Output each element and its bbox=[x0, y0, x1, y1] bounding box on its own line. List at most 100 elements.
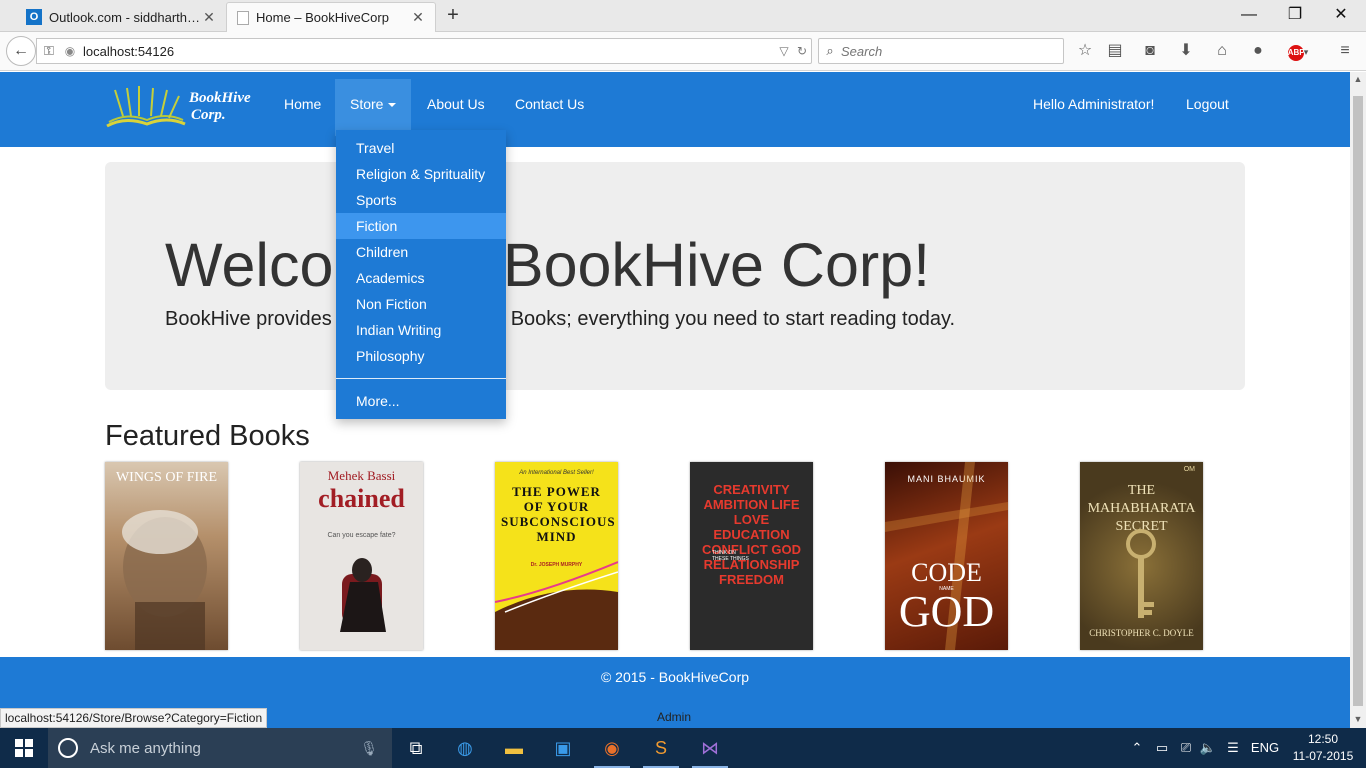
welcome-tagline: BookHive provides you with millions of B… bbox=[165, 308, 956, 330]
clock-date: 11-07-2015 bbox=[1292, 749, 1354, 763]
windows-logo-icon bbox=[15, 739, 33, 757]
book-cover-power-of-subconscious-mind[interactable]: An International Best Seller! THE POWER … bbox=[495, 462, 618, 650]
dropdown-item-travel[interactable]: Travel bbox=[336, 135, 506, 161]
cortana-icon bbox=[58, 738, 78, 758]
home-icon[interactable]: ⌂ bbox=[1210, 40, 1234, 62]
restore-button[interactable]: ❐ bbox=[1272, 0, 1318, 32]
dropdown-item-non-fiction[interactable]: Non Fiction bbox=[336, 291, 506, 317]
dropdown-arrow-icon[interactable]: ▽ bbox=[775, 44, 793, 58]
book-author: CHRISTOPHER C. DOYLE bbox=[1089, 628, 1194, 638]
book-cover-wings-of-fire[interactable]: WINGS OF FIRE bbox=[105, 462, 228, 650]
sublime-text-icon[interactable]: S bbox=[637, 728, 685, 768]
nav-store-label: Store bbox=[350, 96, 384, 112]
outlook-icon: O bbox=[26, 9, 42, 25]
scroll-down-icon[interactable]: ▼ bbox=[1350, 714, 1366, 724]
tab-outlook[interactable]: O Outlook.com - siddharth.s... ✕ bbox=[16, 2, 226, 32]
action-center-icon[interactable]: ☰ bbox=[1222, 728, 1244, 768]
microphone-icon[interactable]: 🎙 bbox=[360, 740, 378, 757]
dropdown-item-philosophy[interactable]: Philosophy bbox=[336, 343, 506, 369]
book-cover-think-on-these-things[interactable]: CREATIVITY AMBITION LIFE LOVE EDUCATION … bbox=[690, 462, 813, 650]
tray-expand-icon[interactable]: ⌃ bbox=[1128, 728, 1146, 768]
nav-about[interactable]: About Us bbox=[412, 72, 500, 137]
minimize-button[interactable]: — bbox=[1226, 0, 1272, 32]
reading-list-icon[interactable]: ▤ bbox=[1103, 40, 1127, 62]
windows-taskbar: Ask me anything 🎙 ⧉ ◍ ▬ ▣ ◉ S ⋈ ⌃ ▭ ⎚ 🔈 … bbox=[0, 728, 1366, 768]
task-view-icon[interactable]: ⧉ bbox=[392, 728, 440, 768]
swirl-illustration bbox=[495, 561, 618, 650]
logo-line-2: Corp. bbox=[191, 107, 226, 123]
cortana-search-box[interactable]: Ask me anything 🎙 bbox=[48, 728, 392, 768]
network-icon[interactable]: ⎚ bbox=[1176, 728, 1196, 768]
close-tab-icon[interactable]: ✕ bbox=[411, 9, 425, 26]
footer-admin-link[interactable]: Admin bbox=[657, 710, 691, 724]
book-cover-mahabharata-secret[interactable]: OM THE MAHABHARATA SECRET CHRISTOPHER C.… bbox=[1080, 462, 1203, 650]
book-cover-code-name-god[interactable]: MANI BHAUMIK CODE NAME GOD bbox=[885, 462, 1008, 650]
dropdown-item-children[interactable]: Children bbox=[336, 239, 506, 265]
close-window-button[interactable]: ✕ bbox=[1318, 0, 1364, 32]
scrollbar-thumb[interactable] bbox=[1353, 96, 1363, 706]
back-button[interactable]: ← bbox=[6, 36, 36, 66]
reload-icon[interactable]: ↻ bbox=[793, 44, 811, 58]
search-icon: ⌕ bbox=[826, 43, 834, 58]
key-illustration bbox=[1126, 529, 1156, 618]
bookmark-star-icon[interactable]: ☆ bbox=[1073, 40, 1097, 62]
language-indicator[interactable]: ENG bbox=[1248, 728, 1282, 768]
book-subtitle: THINK ON THESE THINGS bbox=[712, 550, 749, 562]
dropdown-item-academics[interactable]: Academics bbox=[336, 265, 506, 291]
browser-status-url: localhost:54126/Store/Browse?Category=Fi… bbox=[0, 708, 268, 728]
chat-icon[interactable]: ● bbox=[1246, 40, 1270, 62]
dropdown-divider bbox=[336, 378, 506, 379]
adblock-icon[interactable]: ABP▾ bbox=[1282, 40, 1314, 62]
pocket-icon[interactable]: ◙ bbox=[1138, 40, 1162, 62]
nav-store[interactable]: Store bbox=[335, 79, 412, 136]
dropdown-item-religion[interactable]: Religion & Sprituality bbox=[336, 161, 506, 187]
nav-greeting[interactable]: Hello Administrator! bbox=[1018, 72, 1169, 137]
browser-toolbar: ← ⚿ ◉ localhost:54126 ▽ ↻ ⌕ ☆ ▤ ◙ ⬇ ⌂ ● … bbox=[0, 32, 1366, 71]
clock-time: 12:50 bbox=[1307, 732, 1339, 746]
tab-title: Home – BookHiveCorp bbox=[256, 10, 389, 25]
file-explorer-icon[interactable]: ▬ bbox=[490, 728, 538, 768]
url-text[interactable]: localhost:54126 bbox=[79, 44, 775, 59]
key-icon[interactable]: ⚿ bbox=[37, 43, 61, 59]
edge-browser-icon[interactable]: ◍ bbox=[441, 728, 489, 768]
volume-icon[interactable]: 🔈 bbox=[1198, 728, 1218, 768]
dropdown-item-fiction[interactable]: Fiction bbox=[336, 213, 506, 239]
back-arrow-icon: ← bbox=[13, 42, 29, 59]
page-scrollbar[interactable]: ▲ ▼ bbox=[1350, 72, 1366, 728]
search-input[interactable] bbox=[841, 43, 1041, 59]
store-app-icon[interactable]: ▣ bbox=[539, 728, 587, 768]
featured-books-title: Featured Books bbox=[105, 420, 310, 452]
book-title-line: CODE bbox=[911, 558, 982, 587]
menu-icon[interactable]: ≡ bbox=[1333, 40, 1357, 62]
welcome-heading: Welcome to BookHive Corp! bbox=[165, 231, 931, 299]
start-button[interactable] bbox=[0, 728, 48, 768]
new-tab-button[interactable]: + bbox=[443, 4, 463, 27]
book-title-line: GOD bbox=[898, 587, 995, 636]
taskbar-clock[interactable]: 12:50 11-07-2015 bbox=[1290, 731, 1356, 765]
search-bar[interactable]: ⌕ bbox=[818, 38, 1064, 64]
url-bar[interactable]: ⚿ ◉ localhost:54126 ▽ ↻ bbox=[36, 38, 812, 64]
firefox-icon[interactable]: ◉ bbox=[588, 728, 636, 768]
tab-home[interactable]: Home – BookHiveCorp ✕ bbox=[226, 2, 436, 32]
nav-home[interactable]: Home bbox=[269, 72, 336, 137]
nav-logout[interactable]: Logout bbox=[1171, 72, 1244, 137]
tab-title: Outlook.com - siddharth.s... bbox=[49, 9, 202, 25]
footer-copyright: © 2015 - BookHiveCorp bbox=[600, 669, 750, 685]
download-icon[interactable]: ⬇ bbox=[1174, 40, 1198, 62]
book-cover-chained[interactable]: Mehek Bassi chained Can you escape fate? bbox=[300, 462, 423, 650]
site-logo[interactable]: BookHive Corp. bbox=[105, 86, 255, 132]
dropdown-item-sports[interactable]: Sports bbox=[336, 187, 506, 213]
close-tab-icon[interactable]: ✕ bbox=[202, 9, 216, 26]
woman-illustration bbox=[340, 558, 386, 632]
nav-contact[interactable]: Contact Us bbox=[500, 72, 599, 137]
logo-line-1: BookHive bbox=[189, 90, 251, 106]
visual-studio-icon[interactable]: ⋈ bbox=[686, 728, 734, 768]
globe-icon: ◉ bbox=[64, 44, 76, 58]
caret-down-icon bbox=[388, 103, 397, 108]
scroll-up-icon[interactable]: ▲ bbox=[1350, 74, 1366, 84]
dropdown-item-more[interactable]: More... bbox=[336, 388, 506, 414]
dropdown-item-indian-writing[interactable]: Indian Writing bbox=[336, 317, 506, 343]
book-logo-icon bbox=[106, 86, 186, 128]
battery-icon[interactable]: ▭ bbox=[1152, 728, 1172, 768]
page-icon bbox=[237, 10, 249, 25]
